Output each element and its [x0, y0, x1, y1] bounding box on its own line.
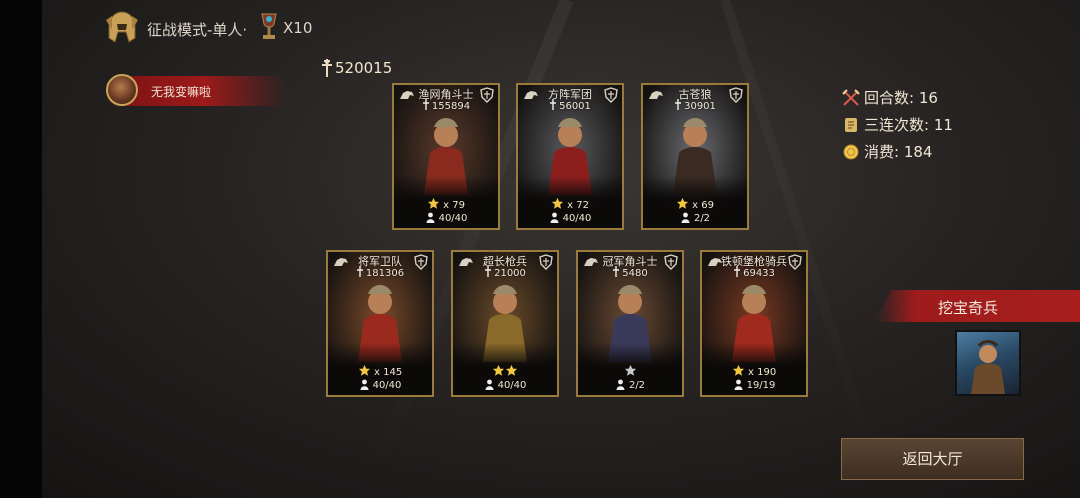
soldier-icon — [485, 379, 494, 390]
coin-icon — [843, 144, 859, 159]
unit-card[interactable]: 铁顿堡枪骑兵 69433 x 190 19/19 — [700, 250, 808, 397]
star-count: x 190 — [748, 367, 777, 378]
unit-stars — [578, 364, 682, 378]
unit-troops: 2/2 — [578, 379, 682, 391]
cost-stat: 消费: 184 — [842, 138, 953, 165]
back-to-lobby-button[interactable]: 返回大厅 — [841, 438, 1024, 480]
background-light-streak — [365, 0, 574, 485]
event-thumbnail[interactable] — [955, 330, 1021, 396]
star-icon — [492, 364, 505, 376]
unit-troops: 40/40 — [453, 379, 557, 391]
power-icon — [356, 266, 363, 277]
player-avatar[interactable] — [106, 74, 138, 106]
unit-power: 69433 — [702, 266, 806, 279]
soldier-icon — [681, 212, 690, 223]
unit-stars: x 190 — [702, 364, 806, 378]
unit-troops-value: 40/40 — [372, 380, 402, 391]
left-edge-bar — [0, 0, 42, 498]
unit-stars: x 79 — [394, 197, 498, 211]
soldier-icon — [360, 379, 369, 390]
star-icon — [427, 197, 440, 209]
unit-power-value: 155894 — [431, 101, 471, 112]
rounds-label: 回合数: 16 — [864, 89, 938, 107]
star-icon — [676, 197, 689, 209]
unit-power: 155894 — [394, 99, 498, 112]
unit-troops: 40/40 — [518, 212, 622, 224]
player-name: 无我变嘛啦 — [151, 85, 212, 99]
helmet-icon — [106, 11, 138, 43]
mode-title: 征战模式-单人· — [147, 21, 248, 39]
unit-power: 5480 — [578, 266, 682, 279]
unit-troops-value: 2/2 — [693, 213, 711, 224]
unit-stars: x 72 — [518, 197, 622, 211]
soldier-icon — [734, 379, 743, 390]
star-icon — [358, 364, 370, 376]
unit-power-value: 69433 — [743, 268, 775, 279]
rounds-stat: 回合数: 16 — [842, 84, 953, 111]
unit-power-value: 56001 — [559, 101, 591, 112]
unit-card[interactable]: 冠军角斗士 5480 2/2 — [576, 250, 684, 397]
soldier-icon — [426, 212, 435, 223]
power-icon — [322, 59, 332, 77]
unit-power-value: 30901 — [684, 101, 716, 112]
unit-troops: 40/40 — [394, 212, 498, 224]
star-icon — [551, 197, 564, 209]
unit-card[interactable]: 超长枪兵 21000 40/40 — [451, 250, 559, 397]
power-icon — [422, 99, 429, 110]
unit-card[interactable]: 将军卫队 181306 x 145 40/40 — [326, 250, 434, 397]
power-icon — [734, 266, 741, 277]
unit-stars: x 69 — [643, 197, 747, 211]
unit-troops-value: 19/19 — [746, 380, 776, 391]
unit-power: 56001 — [518, 99, 622, 112]
unit-troops-value: 40/40 — [497, 380, 527, 391]
streak-stat: 三连次数: 11 — [842, 111, 953, 138]
star-count: x 72 — [567, 200, 589, 211]
unit-card[interactable]: 渔网角斗士 155894 x 79 40/40 — [392, 83, 500, 230]
star-count: x 79 — [443, 200, 465, 211]
power-icon — [613, 266, 620, 277]
unit-troops: 19/19 — [702, 379, 806, 391]
star-count: x 145 — [374, 367, 403, 378]
unit-power-value: 181306 — [365, 268, 405, 279]
unit-power: 21000 — [453, 266, 557, 279]
unit-card[interactable]: 方阵军团 56001 x 72 40/40 — [516, 83, 624, 230]
unit-stars — [453, 364, 557, 378]
soldier-icon — [550, 212, 559, 223]
scroll-icon — [845, 117, 857, 132]
unit-troops-value: 2/2 — [628, 380, 646, 391]
power-icon — [485, 266, 492, 277]
warrior-portrait-icon — [971, 340, 1005, 394]
power-icon — [550, 99, 557, 110]
event-label: 挖宝奇兵 — [938, 299, 999, 317]
crossed-swords-icon — [842, 88, 860, 106]
soldier-icon — [616, 379, 625, 390]
unit-troops: 2/2 — [643, 212, 747, 224]
star-icon — [624, 364, 636, 376]
total-power: 520015 — [335, 59, 393, 77]
unit-power: 181306 — [328, 266, 432, 279]
power-icon — [675, 99, 682, 110]
reward-multiplier: X10 — [283, 19, 313, 37]
unit-card[interactable]: 古苍狼 30901 x 69 2/2 — [641, 83, 749, 230]
unit-troops-value: 40/40 — [438, 213, 468, 224]
unit-troops-value: 40/40 — [562, 213, 592, 224]
battle-stats: 回合数: 16 三连次数: 11 消费: 184 — [842, 84, 953, 165]
unit-power-value: 21000 — [494, 268, 526, 279]
star-icon — [732, 364, 744, 376]
star-count: x 69 — [692, 200, 714, 211]
star-icon — [505, 364, 518, 376]
trophy-icon — [261, 13, 277, 39]
unit-stars: x 145 — [328, 364, 432, 378]
unit-troops: 40/40 — [328, 379, 432, 391]
cost-label: 消费: 184 — [864, 143, 933, 161]
unit-power-value: 5480 — [622, 268, 648, 279]
unit-power: 30901 — [643, 99, 747, 112]
background-light-streak — [720, 0, 891, 497]
streak-label: 三连次数: 11 — [864, 116, 953, 134]
